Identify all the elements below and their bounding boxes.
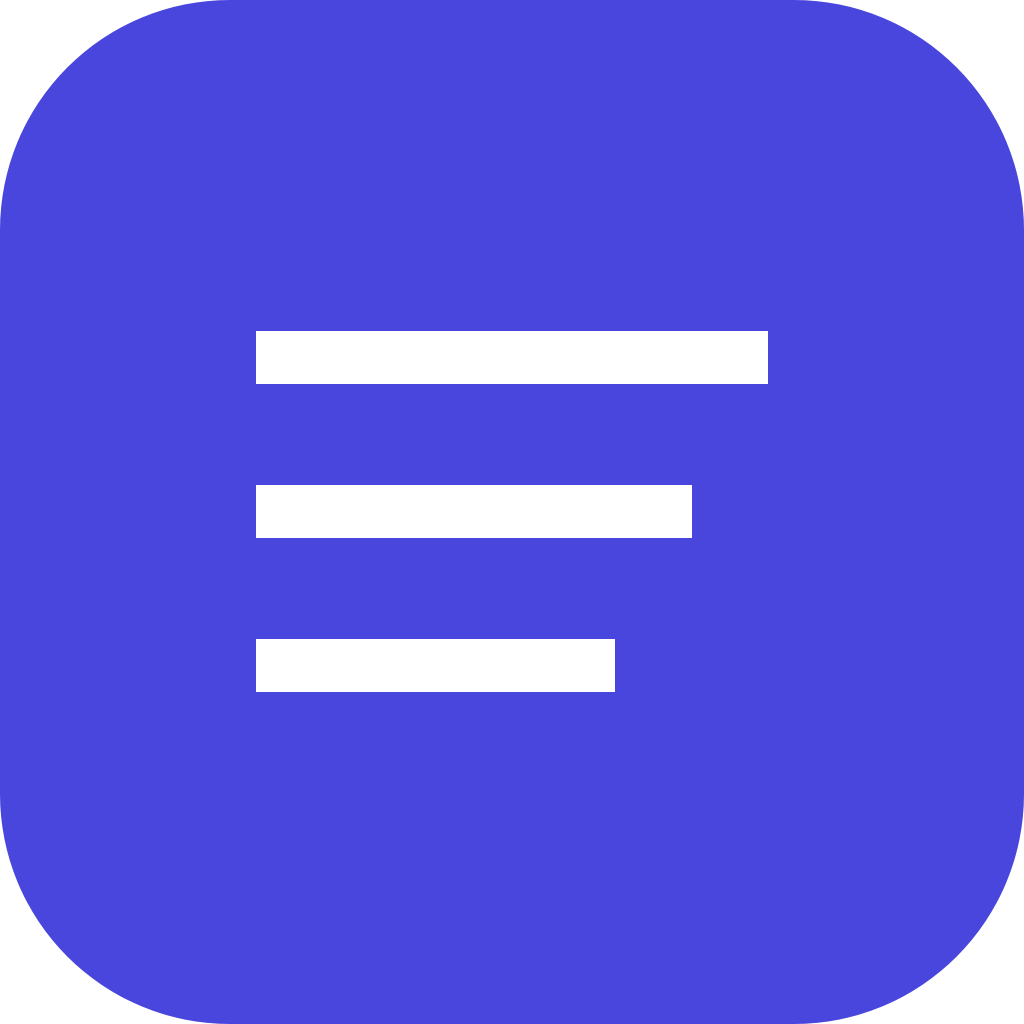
menu-line-top [256,331,768,384]
menu-line-bottom [256,639,615,692]
menu-lines-icon [0,0,1024,1024]
app-icon[interactable] [0,0,1024,1024]
menu-line-middle [256,485,692,538]
